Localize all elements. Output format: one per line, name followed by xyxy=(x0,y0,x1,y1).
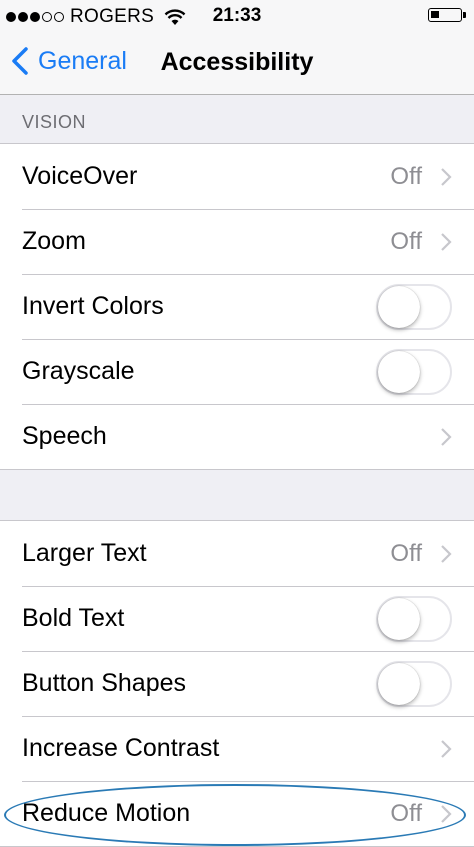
status-bar: ROGERS 21:33 xyxy=(0,0,474,32)
settings-group-vision: VoiceOver Off Zoom Off Invert Colors Gra… xyxy=(0,143,474,470)
row-increase-contrast[interactable]: Increase Contrast xyxy=(0,716,474,781)
bold-text-toggle[interactable] xyxy=(376,595,452,642)
row-value: Off xyxy=(390,227,422,255)
toggle-knob xyxy=(378,285,420,328)
chevron-right-icon xyxy=(441,544,452,563)
toggle-knob xyxy=(378,350,420,393)
toggle-knob xyxy=(378,597,420,640)
chevron-right-icon xyxy=(441,232,452,251)
row-speech[interactable]: Speech xyxy=(0,404,474,469)
row-label: Invert Colors xyxy=(22,292,164,320)
row-value: Off xyxy=(390,799,422,827)
page-title: Accessibility xyxy=(160,48,314,76)
row-invert-colors: Invert Colors xyxy=(0,274,474,339)
row-zoom[interactable]: Zoom Off xyxy=(0,209,474,274)
battery-level xyxy=(431,11,439,18)
row-label: Larger Text xyxy=(22,539,147,567)
row-reduce-motion[interactable]: Reduce Motion Off xyxy=(0,781,474,846)
section-header-vision: VISION xyxy=(22,112,87,132)
row-label: Button Shapes xyxy=(22,669,187,697)
row-larger-text[interactable]: Larger Text Off xyxy=(0,521,474,586)
row-label: Bold Text xyxy=(22,604,125,632)
row-value: Off xyxy=(390,539,422,567)
row-label: Increase Contrast xyxy=(22,734,220,762)
row-label: VoiceOver xyxy=(22,162,138,190)
settings-group-text: Larger Text Off Bold Text Button Shapes … xyxy=(0,520,474,847)
row-label: Grayscale xyxy=(22,357,135,385)
chevron-right-icon xyxy=(441,804,452,823)
grayscale-toggle[interactable] xyxy=(376,348,452,395)
chevron-right-icon xyxy=(441,427,452,446)
row-label: Zoom xyxy=(22,227,86,255)
button-shapes-toggle[interactable] xyxy=(376,660,452,707)
invert-colors-toggle[interactable] xyxy=(376,283,452,330)
toggle-knob xyxy=(378,662,420,705)
row-value: Off xyxy=(390,162,422,190)
row-button-shapes: Button Shapes xyxy=(0,651,474,716)
battery-icon xyxy=(428,8,466,22)
row-label: Speech xyxy=(22,422,107,450)
row-bold-text: Bold Text xyxy=(0,586,474,651)
row-label: Reduce Motion xyxy=(22,799,191,827)
navigation-bar: General Accessibility xyxy=(0,32,474,95)
row-grayscale: Grayscale xyxy=(0,339,474,404)
row-voiceover[interactable]: VoiceOver Off xyxy=(0,144,474,209)
chevron-right-icon xyxy=(441,739,452,758)
status-time: 21:33 xyxy=(212,5,262,26)
chevron-right-icon xyxy=(441,167,452,186)
